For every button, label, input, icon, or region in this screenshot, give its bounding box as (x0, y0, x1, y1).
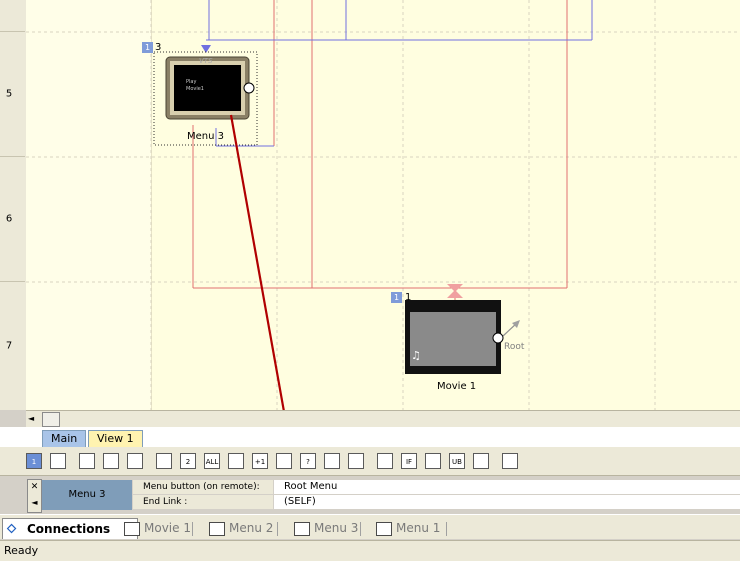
tab-separator (360, 522, 361, 536)
doc-tab-menu-1[interactable]: Menu 1 (372, 518, 476, 538)
plus-one-tool-icon[interactable]: +1 (252, 453, 268, 469)
property-value-menu-button[interactable]: Root Menu (274, 480, 740, 494)
menu2-tool-icon[interactable] (103, 453, 119, 469)
blank-tool-icon[interactable] (228, 453, 244, 469)
bracket-tool-icon[interactable] (473, 453, 489, 469)
document-tabs: ⬦ Connections Movie 1 Menu 2 Menu 3 Menu 1 (0, 514, 740, 539)
blue-wires (206, 0, 593, 147)
status-text: Ready (4, 544, 39, 557)
document-icon (209, 522, 225, 536)
red-wires (192, 0, 568, 300)
tab-main[interactable]: Main (42, 430, 87, 447)
scroll-left-icon[interactable]: ◄ (28, 414, 34, 423)
toolbar: 1 2 ALL +1? IF UB (0, 447, 740, 476)
connections-canvas[interactable]: 5 6 7 1 3 VTS Play Movie1 Menu 3 1 1 Mov… (0, 0, 740, 410)
scroll-thumb[interactable] (42, 412, 60, 427)
doc-tab-label: Menu 1 (396, 521, 441, 535)
connections-icon: ⬦ (7, 521, 17, 536)
menu3-screen (174, 65, 241, 111)
property-label: End Link : (133, 495, 273, 509)
movie1-number: 1 (405, 292, 412, 303)
menu3-connector (243, 82, 255, 94)
jump-tool-icon[interactable] (425, 453, 441, 469)
if-tool-icon[interactable]: IF (401, 453, 417, 469)
dice-tool-icon[interactable] (276, 453, 292, 469)
doc-tab-label: Menu 2 (229, 521, 274, 535)
movie1-badge: 1 (391, 292, 402, 303)
doc-tab-label: Menu 3 (314, 521, 359, 535)
wand-tool-icon[interactable] (127, 453, 143, 469)
route-tool-icon[interactable] (377, 453, 393, 469)
properties-sidebar: ✕ ◄ (27, 479, 42, 513)
movie1-connector (492, 332, 504, 344)
ub-tool-icon[interactable]: UB (449, 453, 465, 469)
menu3-screen-title: VTS (199, 57, 213, 65)
doc-tab-connections[interactable]: ⬦ Connections (2, 518, 138, 539)
menu3-screen-item: Play (186, 79, 197, 85)
film-tool-icon[interactable] (156, 453, 172, 469)
copy-tool-icon[interactable] (324, 453, 340, 469)
tab-separator (446, 522, 447, 536)
select-tool-icon[interactable]: 1 (26, 453, 42, 469)
document-icon (124, 522, 140, 536)
property-label: Menu button (on remote): (133, 480, 273, 494)
menu-tool-icon[interactable] (79, 453, 95, 469)
view-tabs: Main View 1 (0, 427, 740, 447)
doc-tab-label: Connections (27, 522, 111, 536)
menu3-caption[interactable]: Menu 3 (187, 131, 224, 142)
property-value-end-link[interactable]: (SELF) (274, 495, 740, 509)
close-icon[interactable]: ✕ (28, 482, 41, 492)
pin-icon[interactable]: ◄ (28, 498, 41, 507)
end-tool-icon[interactable] (502, 453, 518, 469)
tab-separator (192, 522, 193, 536)
menu3-screen-item: Movie1 (186, 86, 204, 92)
root-link-label: Root (504, 342, 525, 352)
all-tool-icon[interactable]: ALL (204, 453, 220, 469)
properties-owner: Menu 3 (42, 480, 132, 510)
status-bar: Ready (0, 540, 740, 561)
document-icon (294, 522, 310, 536)
horizontal-scrollbar[interactable]: ◄ (26, 410, 740, 427)
menu3-number: 3 (155, 42, 162, 53)
document-icon (376, 522, 392, 536)
grid-lines (26, 0, 740, 410)
tab-view-1[interactable]: View 1 (88, 430, 143, 447)
menu3-badge: 1 (142, 42, 153, 53)
stack-tool-icon[interactable] (348, 453, 364, 469)
properties-panel: ✕ ◄ Menu 3 Menu button (on remote): Root… (0, 477, 740, 513)
movie1-caption[interactable]: Movie 1 (437, 381, 476, 392)
movie-tool-icon[interactable] (50, 453, 66, 469)
wires-layer (26, 0, 740, 410)
pink-arrowhead-bottom (447, 290, 463, 298)
doc-tab-label: Movie 1 (144, 521, 191, 535)
movie1-frame (410, 312, 496, 366)
music-note-icon: ♫ (411, 349, 421, 362)
random-tool-icon[interactable]: ? (300, 453, 316, 469)
tab-separator (277, 522, 278, 536)
chapter-tool-icon[interactable]: 2 (180, 453, 196, 469)
